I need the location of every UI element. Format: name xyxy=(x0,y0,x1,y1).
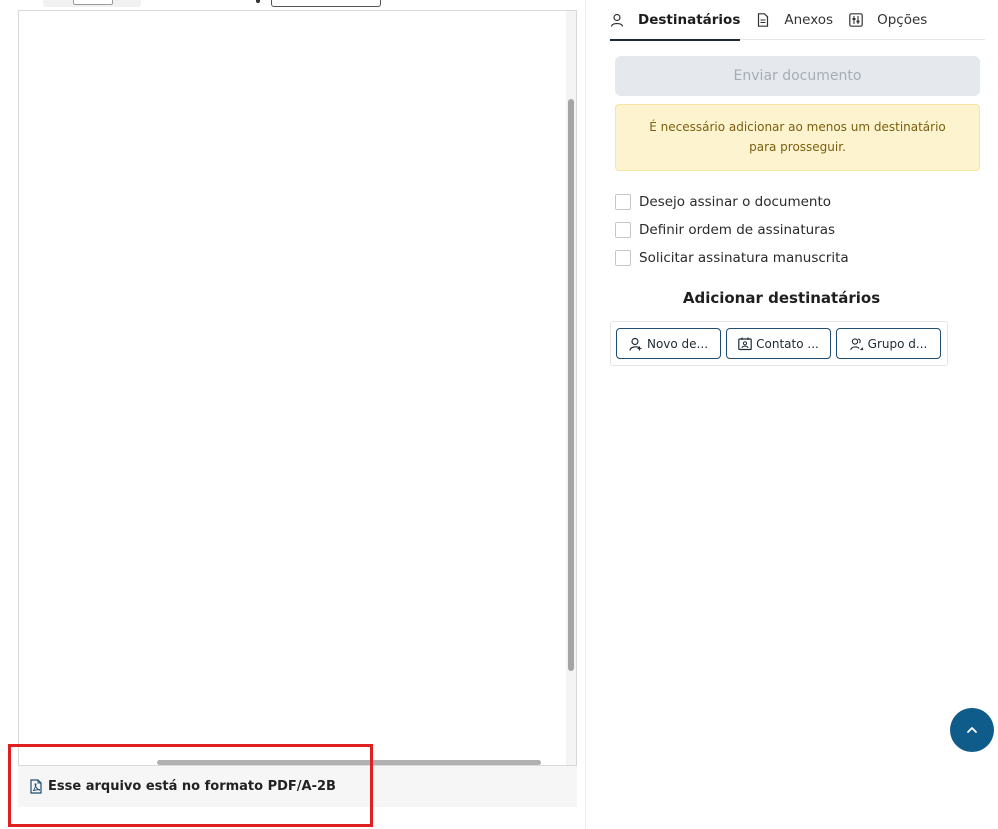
highlight-annotation xyxy=(8,744,373,827)
option-sign-myself[interactable]: Desejo assinar o documento xyxy=(615,188,980,216)
panel-divider xyxy=(585,0,586,829)
recipient-warning: É necessário adicionar ao menos um desti… xyxy=(615,104,980,171)
option-handwritten-signature[interactable]: Solicitar assinatura manuscrita xyxy=(615,244,980,272)
group-icon xyxy=(849,337,864,351)
add-recipients-title: Adicionar destinatários xyxy=(682,289,881,307)
button-label: Novo de... xyxy=(646,336,709,351)
user-icon xyxy=(610,13,624,27)
group-button[interactable]: Grupo d... xyxy=(836,328,941,359)
zoom-select[interactable] xyxy=(271,0,381,7)
tab-opcoes[interactable]: Opções xyxy=(849,0,927,40)
option-signature-order[interactable]: Definir ordem de assinaturas xyxy=(615,216,980,244)
tab-destinatarios[interactable]: Destinatários xyxy=(610,0,741,41)
checkbox[interactable] xyxy=(615,250,631,266)
user-plus-icon xyxy=(629,337,643,351)
viewer-toolbar xyxy=(0,0,585,10)
signature-options: Desejo assinar o documento Definir ordem… xyxy=(615,188,980,272)
button-label: Contato ... xyxy=(756,336,819,351)
button-label: Grupo d... xyxy=(867,336,928,351)
vertical-scrollbar[interactable] xyxy=(566,11,576,765)
checkbox[interactable] xyxy=(615,194,631,210)
tab-label: Opções xyxy=(877,11,928,28)
warning-text: É necessário adicionar ao menos um desti… xyxy=(649,120,946,154)
tab-label: Anexos xyxy=(784,11,834,28)
new-recipient-button[interactable]: Novo de... xyxy=(616,328,721,359)
recipient-tabs: Destinatários Anexos Opções xyxy=(610,0,985,41)
chevron-up-icon xyxy=(966,726,978,734)
contact-button[interactable]: Contato ... xyxy=(726,328,831,359)
checkbox[interactable] xyxy=(615,222,631,238)
add-recipients-group: Novo de... Contato ... Grupo d... xyxy=(610,321,948,366)
option-label: Solicitar assinatura manuscrita xyxy=(639,250,849,266)
scroll-to-top-button[interactable] xyxy=(950,708,994,752)
contact-card-icon xyxy=(738,337,752,351)
option-label: Definir ordem de assinaturas xyxy=(639,222,836,238)
send-document-button[interactable]: Enviar documento xyxy=(615,56,980,96)
vertical-scroll-thumb[interactable] xyxy=(568,99,574,671)
tab-anexos[interactable]: Anexos xyxy=(756,0,833,40)
document-icon xyxy=(756,12,770,27)
sliders-icon xyxy=(849,12,863,27)
toolbar-separator xyxy=(256,0,260,3)
tab-label: Destinatários xyxy=(638,11,741,28)
page-number-input[interactable] xyxy=(73,0,113,5)
pdf-viewer[interactable] xyxy=(18,10,577,766)
option-label: Desejo assinar o documento xyxy=(639,194,832,210)
